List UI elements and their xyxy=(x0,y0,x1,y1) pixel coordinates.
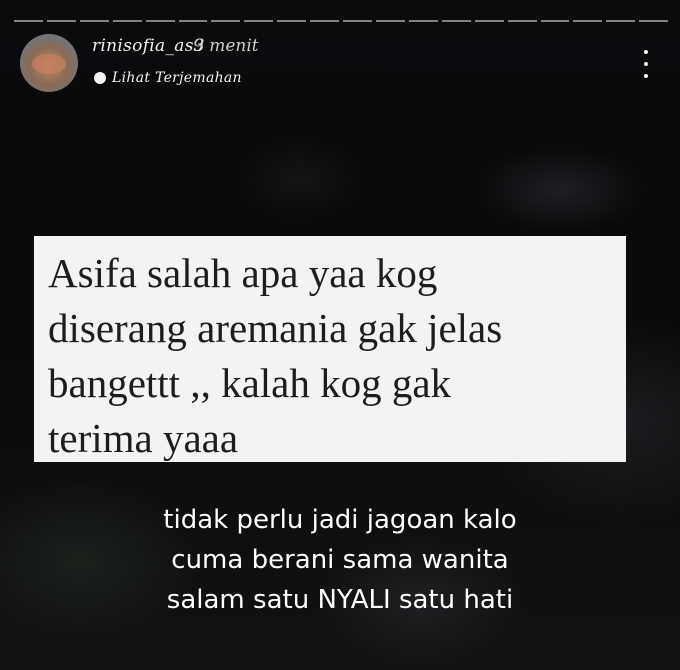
progress-segment xyxy=(507,20,537,22)
progress-segment xyxy=(573,20,603,22)
progress-segment xyxy=(277,20,307,22)
progress-segment xyxy=(178,20,208,22)
quote-sticker: Asifa salah apa yaa kog diserang aremani… xyxy=(34,236,626,462)
caption-line: cuma berani sama wanita xyxy=(171,545,509,575)
progress-segment xyxy=(540,20,570,22)
story-header: rinisofia_as3 9 menit Lihat Terjemahan xyxy=(20,32,660,94)
progress-segment xyxy=(244,20,274,22)
progress-segment xyxy=(112,20,142,22)
progress-segment xyxy=(639,20,669,22)
progress-segment xyxy=(310,20,340,22)
see-translation-button[interactable]: Lihat Terjemahan xyxy=(94,70,242,86)
story-caption: tidak perlu jadi jagoan kalo cuma berani… xyxy=(40,500,640,620)
progress-segment xyxy=(46,20,76,22)
more-dot xyxy=(644,74,648,78)
avatar[interactable] xyxy=(20,34,78,92)
progress-segment xyxy=(211,20,241,22)
story-progress-bar xyxy=(14,20,669,22)
progress-segment xyxy=(606,20,636,22)
more-dot xyxy=(644,50,648,54)
progress-segment xyxy=(375,20,405,22)
progress-segment xyxy=(14,20,43,22)
see-translation-label: Lihat Terjemahan xyxy=(112,70,242,86)
quote-line: bangettt ,, kalah kog gak xyxy=(48,360,452,406)
progress-segment xyxy=(474,20,504,22)
progress-segment xyxy=(343,20,372,22)
more-dot xyxy=(644,62,648,66)
progress-segment xyxy=(441,20,471,22)
post-time: 9 menit xyxy=(193,36,259,56)
translate-icon xyxy=(94,72,106,84)
caption-line: tidak perlu jadi jagoan kalo xyxy=(163,505,517,535)
caption-line: salam satu NYALI satu hati xyxy=(166,585,514,615)
quote-line: diserang aremania gak jelas xyxy=(48,305,503,351)
quote-line: terima yaaa xyxy=(48,415,239,461)
progress-segment xyxy=(79,20,109,22)
quote-line: Asifa salah apa yaa kog xyxy=(48,250,438,296)
username[interactable]: rinisofia_as3 xyxy=(92,36,205,56)
progress-segment xyxy=(145,20,175,22)
progress-segment xyxy=(408,20,438,22)
more-options-icon[interactable] xyxy=(638,50,654,78)
